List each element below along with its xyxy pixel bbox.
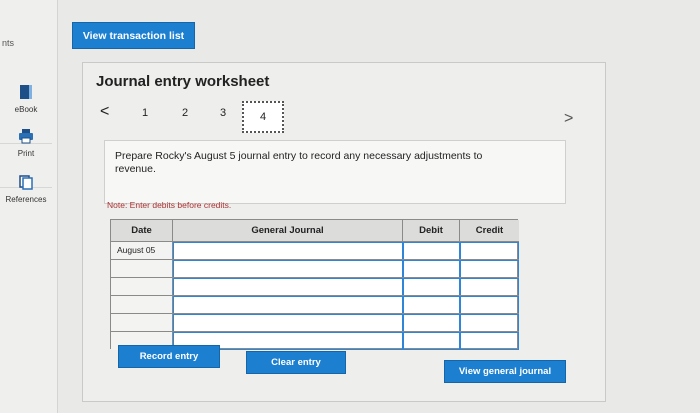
column-header-general-journal: General Journal (173, 220, 403, 241)
date-cell (111, 314, 173, 332)
view-transaction-list-button[interactable]: View transaction list (72, 22, 195, 49)
column-header-credit: Credit (460, 220, 519, 241)
record-entry-button[interactable]: Record entry (118, 345, 220, 368)
table-row (111, 313, 519, 332)
step-4-active[interactable]: 4 (242, 101, 284, 133)
print-icon (19, 129, 33, 144)
ebook-icon (20, 85, 32, 99)
date-cell (111, 296, 173, 314)
sidebar-item-label: References (5, 195, 47, 204)
table-row: August 05 (111, 241, 519, 260)
sidebar-partial-label: nts (2, 38, 15, 48)
next-arrow-icon[interactable]: > (564, 110, 573, 128)
step-2[interactable]: 2 (182, 107, 188, 119)
instruction-box: Prepare Rocky's August 5 journal entry t… (104, 140, 566, 204)
date-cell: August 05 (111, 242, 173, 260)
credit-input[interactable] (460, 332, 519, 350)
debit-input[interactable] (403, 296, 460, 314)
account-input[interactable] (173, 260, 403, 278)
credit-input[interactable] (460, 242, 519, 260)
debit-input[interactable] (403, 314, 460, 332)
step-3[interactable]: 3 (220, 107, 226, 119)
column-header-debit: Debit (403, 220, 460, 241)
debit-input[interactable] (403, 332, 460, 350)
account-input[interactable] (173, 278, 403, 296)
table-row (111, 295, 519, 314)
sidebar-item-label: eBook (14, 105, 38, 114)
credit-input[interactable] (460, 296, 519, 314)
debit-input[interactable] (403, 260, 460, 278)
sidebar-item-references[interactable]: References (0, 174, 52, 234)
credit-input[interactable] (460, 278, 519, 296)
step-1[interactable]: 1 (142, 107, 148, 119)
step-navigation: < 1 2 3 4 (100, 101, 300, 133)
clear-entry-button[interactable]: Clear entry (246, 351, 346, 374)
debit-input[interactable] (403, 242, 460, 260)
previous-arrow-icon[interactable]: < (100, 103, 109, 121)
date-cell (111, 260, 173, 278)
table-row (111, 259, 519, 278)
references-icon (19, 175, 33, 190)
view-general-journal-button[interactable]: View general journal (444, 360, 566, 383)
account-input[interactable] (173, 314, 403, 332)
table-row (111, 277, 519, 296)
credit-input[interactable] (460, 260, 519, 278)
date-cell (111, 278, 173, 296)
debit-input[interactable] (403, 278, 460, 296)
sidebar-item-label: Print (17, 149, 35, 158)
account-input[interactable] (173, 296, 403, 314)
credit-input[interactable] (460, 314, 519, 332)
worksheet-title: Journal entry worksheet (96, 73, 270, 90)
column-header-date: Date (111, 220, 173, 241)
account-input[interactable] (173, 242, 403, 260)
left-sidebar: nts eBook Print References (0, 0, 58, 413)
instruction-text: Prepare Rocky's August 5 journal entry t… (115, 150, 483, 175)
entry-note: Note: Enter debits before credits. (107, 200, 232, 210)
journal-entry-table: Date General Journal Debit Credit August… (110, 219, 519, 350)
table-rows: August 05 (111, 241, 519, 350)
